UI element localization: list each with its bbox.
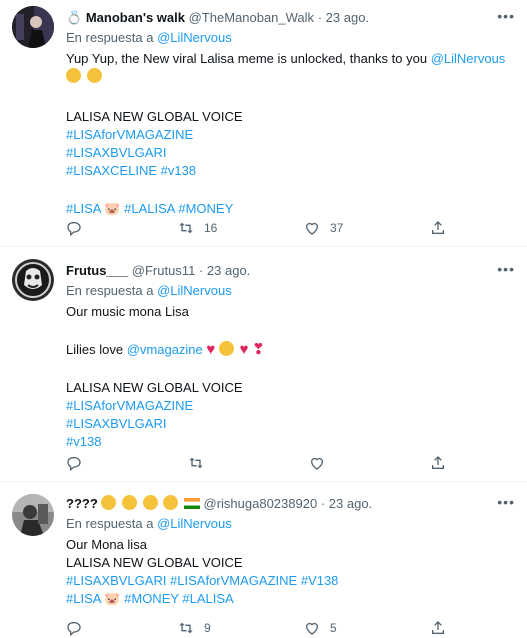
reply-button[interactable] [66, 453, 82, 473]
retweet-count: 16 [204, 221, 218, 235]
display-name[interactable]: Frutus___ [66, 263, 128, 278]
mention-link[interactable]: @LilNervous [431, 51, 506, 66]
voice-line: LALISA NEW GLOBAL VOICE [66, 555, 243, 570]
retweet-button[interactable]: 9 [178, 618, 211, 638]
share-button[interactable] [430, 453, 446, 473]
expressionless-face-emoji-icon [163, 495, 179, 510]
tweet-text: Lilies love @vmagazine ♥ ♥ ❣ [66, 341, 515, 359]
hashtag-link[interactable]: #MONEY #LALISA [124, 591, 234, 606]
hashtag-line: #LISA 🐷 #MONEY #LALISA [66, 590, 515, 608]
share-icon [432, 621, 444, 634]
heart-ribbon-emoji-icon: ♥ [239, 341, 249, 358]
like-button[interactable]: 37 [304, 218, 343, 238]
reply-prefix: En respuesta a [66, 516, 154, 531]
voice-line: LALISA NEW GLOBAL VOICE [66, 109, 243, 124]
retweet-icon [179, 622, 193, 634]
separator: · [317, 10, 323, 25]
hashtag-link[interactable]: #LISAXBVLGARI [66, 144, 515, 162]
emoji-line [66, 68, 515, 86]
hashtag-link[interactable]: #LISA [66, 591, 101, 606]
mention-link[interactable]: @vmagazine [127, 342, 203, 357]
user-handle[interactable]: @rishuga80238920 [204, 496, 318, 511]
separator: · [198, 263, 204, 278]
avatar[interactable] [12, 6, 54, 48]
red-heart-emoji-icon: ♥ [206, 341, 216, 358]
timestamp[interactable]: 23 ago. [329, 496, 372, 511]
avatar[interactable] [12, 259, 54, 301]
hashtag-link[interactable]: #LISAXBVLGARI [66, 415, 515, 433]
share-button[interactable] [430, 618, 446, 638]
user-handle[interactable]: @TheManoban_Walk [189, 10, 314, 25]
hashtag-link[interactable]: #LISAforVMAGAZINE [66, 397, 515, 415]
pig-emoji-icon: 🐷 [104, 201, 121, 216]
reply-icon [67, 622, 81, 636]
retweet-icon [179, 222, 193, 234]
tweet-text-main: Yup Yup, the New viral Lalisa meme is un… [66, 51, 431, 66]
tweet-text: Yup Yup, the New viral Lalisa meme is un… [66, 50, 515, 68]
tweet-2[interactable]: Frutus___ @Frutus11 · 23 ago. En respues… [0, 247, 527, 482]
like-button[interactable] [309, 453, 325, 473]
tweet-text: Our music mona Lisa [66, 304, 189, 319]
hashtag-link[interactable]: #LISA [66, 201, 101, 216]
tweet-text-prefix: Lilies love [66, 342, 127, 357]
tweet-1[interactable]: 💍 Manoban's walk @TheManoban_Walk · 23 a… [0, 0, 527, 247]
expressionless-face-emoji-icon [142, 495, 158, 510]
share-icon [432, 221, 444, 234]
tweet-text: Our Mona lisa [66, 537, 147, 552]
hashtag-link[interactable]: #LALISA #MONEY [124, 201, 233, 216]
like-count: 5 [330, 621, 337, 635]
reply-mention-link[interactable]: @LilNervous [157, 283, 232, 298]
share-icon [432, 456, 444, 469]
display-name[interactable]: Manoban's walk [86, 10, 185, 25]
reply-icon [67, 457, 81, 471]
reply-button[interactable] [66, 618, 82, 638]
no-mouth-face-emoji-icon [101, 495, 117, 510]
avatar[interactable] [12, 494, 54, 536]
hashtag-link[interactable]: #LISAXCELINE #v138 [66, 162, 515, 180]
reply-button[interactable] [66, 218, 82, 238]
voice-line: LALISA NEW GLOBAL VOICE [66, 380, 243, 395]
tears-of-joy-emoji-icon [86, 68, 102, 83]
hashtag-link[interactable]: #v138 [66, 433, 515, 451]
ring-icon: 💍 [66, 10, 83, 25]
reply-prefix: En respuesta a [66, 30, 154, 45]
retweet-button[interactable]: 16 [178, 218, 217, 238]
user-handle[interactable]: @Frutus11 [132, 263, 196, 278]
heart-icon [311, 457, 323, 470]
heart-exclamation-emoji-icon: ❣ [252, 341, 265, 358]
separator: · [320, 496, 326, 511]
tweet-3[interactable]: ???? @rishuga80238920 · 23 ago. En respu… [0, 482, 527, 636]
timestamp[interactable]: 23 ago. [326, 10, 369, 25]
relieved-face-emoji-icon [66, 68, 81, 83]
heart-icon [306, 222, 318, 235]
india-flag-icon [183, 498, 200, 509]
hashtag-link[interactable]: #LISAforVMAGAZINE [66, 126, 515, 144]
reply-mention-link[interactable]: @LilNervous [157, 30, 232, 45]
heart-icon [306, 622, 318, 635]
reply-prefix: En respuesta a [66, 283, 154, 298]
reply-context: En respuesta a @LilNervous [66, 281, 515, 301]
no-mouth-face-emoji-icon [122, 495, 138, 510]
pig-emoji-icon: 🐷 [104, 591, 121, 606]
heart-eyes-emoji-icon [218, 341, 234, 356]
reply-context: En respuesta a @LilNervous [66, 514, 515, 534]
share-button[interactable] [430, 218, 446, 238]
more-options-icon[interactable]: ••• [497, 261, 515, 277]
more-options-icon[interactable]: ••• [497, 494, 515, 510]
reply-mention-link[interactable]: @LilNervous [157, 516, 232, 531]
retweet-icon [189, 457, 203, 469]
like-count: 37 [330, 221, 344, 235]
hashtag-link[interactable]: #LISAXBVLGARI #LISAforVMAGAZINE #V138 [66, 572, 515, 590]
retweet-count: 9 [204, 621, 211, 635]
timestamp[interactable]: 23 ago. [207, 263, 250, 278]
like-button[interactable]: 5 [304, 618, 337, 638]
display-name[interactable]: ???? [66, 496, 98, 511]
retweet-button[interactable] [188, 453, 204, 473]
more-options-icon[interactable]: ••• [497, 8, 515, 24]
reply-context: En respuesta a @LilNervous [66, 28, 515, 48]
reply-icon [67, 222, 81, 236]
hashtag-line: #LISA 🐷 #LALISA #MONEY [66, 200, 515, 218]
